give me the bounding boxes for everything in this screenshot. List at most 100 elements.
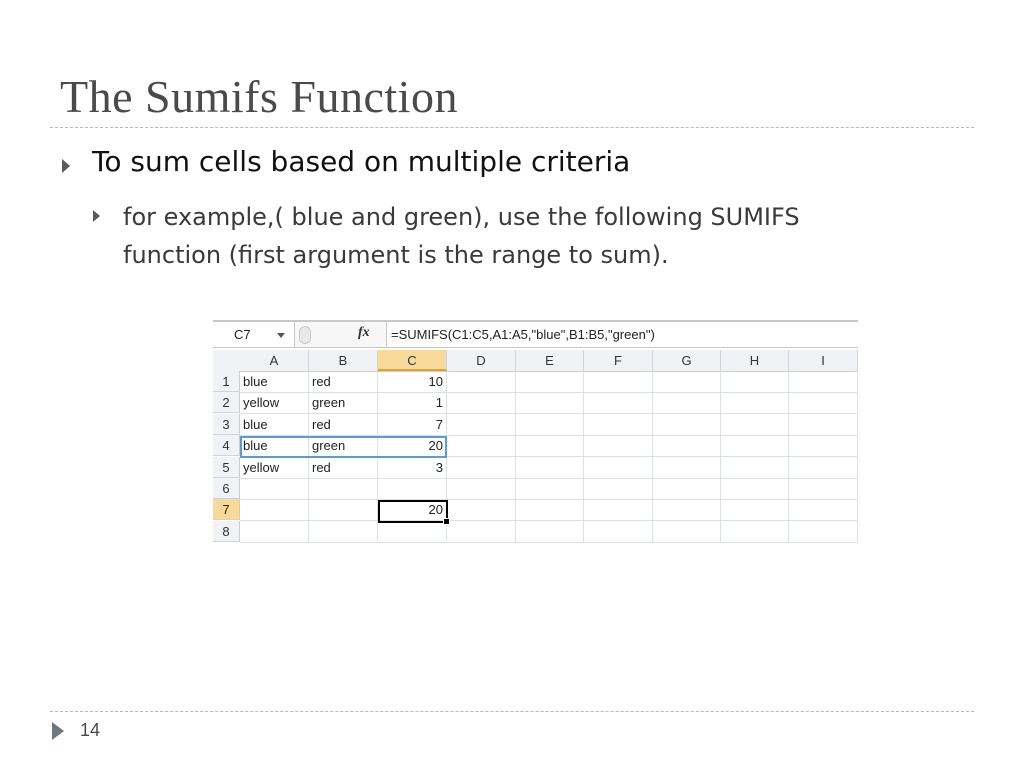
cell-g5[interactable] [653,456,721,479]
formula-text: =SUMIFS(C1:C5,A1:A5,"blue",B1:B5,"green"… [391,327,655,342]
cell-c2[interactable]: 1 [378,392,447,415]
cell-g6[interactable] [653,478,721,500]
cell-b4[interactable]: green [309,435,378,458]
cell-c4[interactable]: 20 [378,435,447,458]
row-header-2[interactable]: 2 [213,392,240,414]
cell-b6[interactable] [309,478,378,500]
cell-f5[interactable] [584,456,653,479]
column-header-e[interactable]: E [516,350,584,371]
cell-c1[interactable]: 10 [378,371,447,393]
row-header-5[interactable]: 5 [213,456,240,478]
insert-function-icon[interactable]: fx [358,325,370,341]
cell-b1[interactable]: red [309,371,378,393]
formula-bar: C7 fx =SUMIFS(C1:C5,A1:A5,"blue",B1:B5,"… [213,320,858,348]
cell-i5[interactable] [789,456,858,479]
cell-c8[interactable] [378,520,447,543]
cell-h1[interactable] [721,371,789,393]
row-header-4[interactable]: 4 [213,435,240,457]
cell-d4[interactable] [447,435,516,458]
formula-bar-splitter-icon[interactable] [299,326,311,344]
cell-e5[interactable] [516,456,584,479]
column-header-i[interactable]: I [789,350,858,371]
cell-d5[interactable] [447,456,516,479]
row-header-6[interactable]: 6 [213,478,240,499]
cell-f4[interactable] [584,435,653,458]
bullet-arrow-icon [93,210,100,222]
column-header-b[interactable]: B [309,350,378,371]
cell-b2[interactable]: green [309,392,378,415]
cell-f6[interactable] [584,478,653,500]
cell-a8[interactable] [240,520,309,543]
title-divider [50,127,974,128]
cell-b7[interactable] [309,499,378,522]
cell-d2[interactable] [447,392,516,415]
cell-e1[interactable] [516,371,584,393]
cell-a6[interactable] [240,478,309,500]
cell-h8[interactable] [721,520,789,543]
cell-e6[interactable] [516,478,584,500]
cell-i6[interactable] [789,478,858,500]
row-header-1[interactable]: 1 [213,371,240,392]
cell-f3[interactable] [584,413,653,436]
cell-i7[interactable] [789,499,858,522]
column-header-g[interactable]: G [653,350,721,371]
cell-a2[interactable]: yellow [240,392,309,415]
row-header-7[interactable]: 7 [213,499,240,521]
cell-e7[interactable] [516,499,584,522]
chevron-down-icon[interactable] [277,333,285,338]
column-header-d[interactable]: D [447,350,516,371]
cell-e2[interactable] [516,392,584,415]
cell-e3[interactable] [516,413,584,436]
cell-e4[interactable] [516,435,584,458]
cell-c3[interactable]: 7 [378,413,447,436]
cell-g4[interactable] [653,435,721,458]
cell-d7[interactable] [447,499,516,522]
column-header-a[interactable]: A [240,350,309,371]
cell-c5[interactable]: 3 [378,456,447,479]
cell-b5[interactable]: red [309,456,378,479]
cell-a7[interactable] [240,499,309,522]
cell-a1[interactable]: blue [240,371,309,393]
cell-h5[interactable] [721,456,789,479]
cell-i8[interactable] [789,520,858,543]
cell-d6[interactable] [447,478,516,500]
cell-f7[interactable] [584,499,653,522]
cell-g3[interactable] [653,413,721,436]
cell-d1[interactable] [447,371,516,393]
cell-a3[interactable]: blue [240,413,309,436]
cell-i1[interactable] [789,371,858,393]
cell-h7[interactable] [721,499,789,522]
footer-divider [50,711,974,712]
row-header-3[interactable]: 3 [213,413,240,435]
cell-c7[interactable]: 20 [378,499,447,522]
cell-i3[interactable] [789,413,858,436]
cell-i2[interactable] [789,392,858,415]
cell-g1[interactable] [653,371,721,393]
cell-d8[interactable] [447,520,516,543]
cell-f1[interactable] [584,371,653,393]
name-box[interactable]: C7 [213,322,295,347]
cell-g7[interactable] [653,499,721,522]
cell-e8[interactable] [516,520,584,543]
cell-h3[interactable] [721,413,789,436]
cell-h2[interactable] [721,392,789,415]
cell-f8[interactable] [584,520,653,543]
cell-d3[interactable] [447,413,516,436]
cell-h6[interactable] [721,478,789,500]
cell-c6[interactable] [378,478,447,500]
row-header-8[interactable]: 8 [213,520,240,542]
cell-g8[interactable] [653,520,721,543]
cell-b3[interactable]: red [309,413,378,436]
formula-input[interactable]: =SUMIFS(C1:C5,A1:A5,"blue",B1:B5,"green"… [386,322,858,347]
page-arrow-icon [52,722,64,740]
cell-a5[interactable]: yellow [240,456,309,479]
cell-f2[interactable] [584,392,653,415]
column-header-f[interactable]: F [584,350,653,371]
column-header-c[interactable]: C [378,350,447,371]
cell-b8[interactable] [309,520,378,543]
cell-a4[interactable]: blue [240,435,309,458]
cell-g2[interactable] [653,392,721,415]
cell-h4[interactable] [721,435,789,458]
column-header-h[interactable]: H [721,350,789,371]
cell-i4[interactable] [789,435,858,458]
